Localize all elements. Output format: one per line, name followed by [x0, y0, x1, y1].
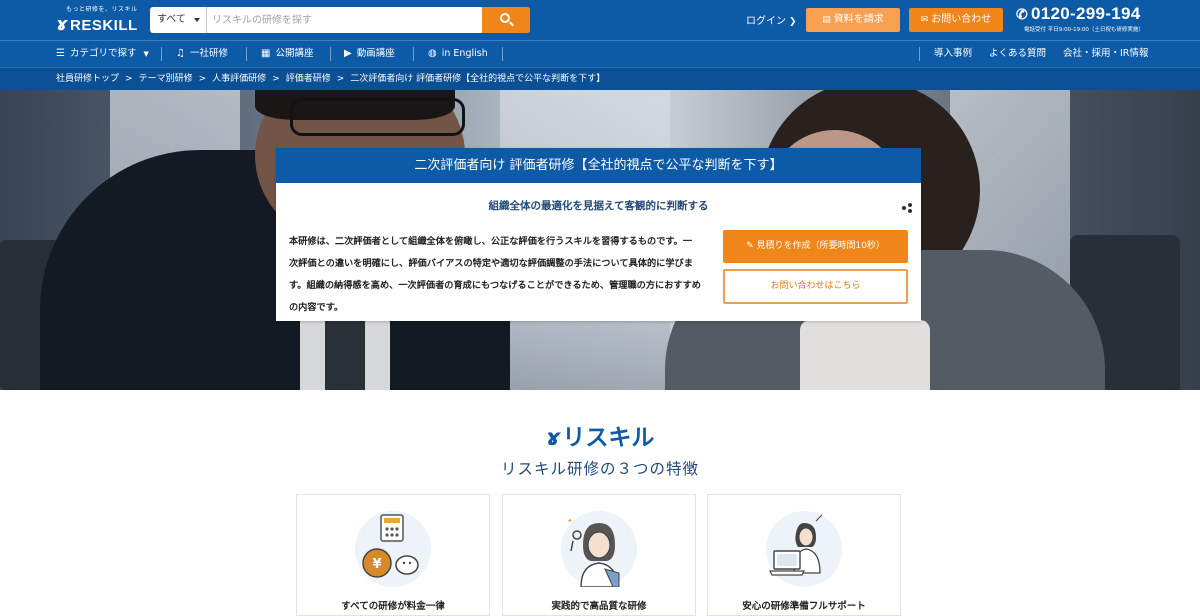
nav-cases[interactable]: 導入事例	[934, 41, 972, 67]
phone-contact[interactable]: ✆ 0120-299-194 電話受付 平日9:00-19:00（土日祝も研修実施…	[1016, 4, 1144, 33]
feature-card[interactable]: ✦ 実践的で高品質な研修	[502, 494, 696, 616]
mail-icon: ✉	[920, 15, 929, 25]
presentation-icon: ♫	[176, 48, 185, 59]
breadcrumb-item[interactable]: テーマ別研修	[139, 74, 193, 84]
laptop-support-icon	[766, 511, 842, 587]
nav-english[interactable]: ◍ in English	[428, 41, 488, 67]
nav-divider	[502, 47, 503, 61]
feature-label: 安心の研修準備フルサポート	[742, 601, 866, 612]
brand-name: リスキル	[562, 425, 655, 451]
nav-english-label: in English	[441, 48, 488, 59]
course-subtitle: 組織全体の最適化を見据えて客観的に判断する	[488, 200, 709, 212]
reskill-logo[interactable]: もっと研修を、リスキル ɤ RESKILL	[56, 4, 138, 36]
document-icon: ▤	[822, 15, 831, 25]
brand-mark-icon: ɤ	[545, 425, 561, 451]
share-icon[interactable]	[902, 203, 912, 213]
hamburger-icon: ☰	[56, 48, 65, 59]
feature-label: 実践的で高品質な研修	[551, 601, 647, 612]
nav-video-label: 動画講座	[356, 48, 395, 59]
feature-card[interactable]: ¥ すべての研修が料金一律	[296, 494, 490, 616]
nav-video[interactable]: ▶ 動画講座	[344, 41, 395, 67]
nav-category-label: カテゴリで探す	[69, 48, 137, 59]
course-description: 本研修は、二次評価者として組織全体を俯瞰し、公正な評価を行うスキルを習得するもの…	[289, 236, 701, 313]
nav-public-label: 公開講座	[275, 48, 314, 59]
quote-button[interactable]: ✎ 見積りを作成（所要時間10秒）	[723, 230, 908, 263]
breadcrumb-separator: >	[336, 74, 345, 84]
pencil-icon: ✎	[746, 241, 757, 251]
search-input[interactable]	[210, 7, 480, 33]
login-label: ログイン	[746, 16, 786, 27]
features-heading: リスキル研修の３つの特徴	[500, 460, 699, 478]
main-nav: ☰ カテゴリで探す ▼ ♫ 一社研修 ▦ 公開講座 ▶ 動画講座 ◍ in English …	[0, 40, 1200, 67]
course-card: 二次評価者向け 評価者研修【全社的視点で公平な判断を下す】 組織全体の最適化を見…	[276, 148, 921, 321]
logo-name: RESKILL	[70, 17, 138, 34]
nav-public[interactable]: ▦ 公開講座	[261, 41, 313, 67]
feature-card[interactable]: 安心の研修準備フルサポート	[707, 494, 901, 616]
trainer-ok-icon: ✦	[561, 511, 637, 588]
chevron-right-icon: ❯	[789, 17, 797, 27]
logo-mark-icon: ɤ	[56, 14, 68, 35]
search-scope-label: すべて	[157, 14, 186, 25]
search-button[interactable]	[482, 7, 530, 33]
contact-label: お問い合わせ	[931, 14, 992, 25]
site-header: もっと研修を、リスキル ɤ RESKILL すべて ログイン❯ ▤資料を請求 ✉…	[0, 0, 1200, 40]
search-scope-select[interactable]: すべて	[150, 7, 207, 33]
phone-hours: 電話受付 平日9:00-19:00（土日祝も研修実施）	[1024, 27, 1144, 33]
search-icon	[500, 13, 510, 23]
quote-button-label: 見積りを作成（所要時間10秒）	[756, 241, 885, 251]
nav-faq[interactable]: よくある質問	[989, 41, 1046, 67]
course-contact-button[interactable]: お問い合わせはこちら	[723, 269, 908, 304]
logo-tagline: もっと研修を、リスキル	[66, 6, 138, 13]
svg-text:¥: ¥	[372, 557, 381, 572]
feature-label: すべての研修が料金一律	[341, 601, 445, 612]
nav-company[interactable]: 会社・採用・IR情報	[1063, 41, 1148, 67]
breadcrumb-separator: >	[125, 74, 133, 84]
breadcrumb-item[interactable]: 人事評価研修	[212, 74, 266, 84]
calendar-icon: ▦	[261, 48, 271, 59]
contact-button[interactable]: ✉ お問い合わせ	[909, 8, 1003, 32]
nav-divider	[919, 47, 920, 61]
caret-down-icon	[194, 18, 200, 22]
nav-category-menu[interactable]: ☰ カテゴリで探す ▼	[56, 41, 149, 67]
breadcrumb-current: 二次評価者向け 評価者研修【全社的視点で公平な判断を下す】	[350, 74, 606, 84]
phone-number: 0120-299-194	[1031, 4, 1141, 23]
caret-down-icon: ▼	[143, 50, 149, 58]
breadcrumb: 社員研修トップ > テーマ別研修 > 人事評価研修 > 評価者研修 > 二次評価者向け 評価者研…	[0, 67, 1200, 90]
breadcrumb-separator: >	[198, 74, 207, 84]
course-title: 二次評価者向け 評価者研修【全社的視点で公平な判断を下す】	[276, 148, 921, 183]
nav-divider	[330, 47, 331, 61]
breadcrumb-item[interactable]: 評価者研修	[286, 74, 331, 84]
nav-divider	[161, 47, 162, 61]
nav-in-house[interactable]: ♫ 一社研修	[176, 41, 228, 67]
request-docs-label: 資料を請求	[833, 14, 884, 25]
play-icon: ▶	[344, 48, 352, 59]
phone-icon: ✆	[1016, 6, 1029, 22]
breadcrumb-item[interactable]: 社員研修トップ	[56, 74, 119, 84]
calculator-piggybank-icon: ¥	[355, 511, 431, 587]
search-bar: すべて	[150, 7, 530, 33]
globe-icon: ◍	[428, 48, 437, 59]
request-docs-button[interactable]: ▤ 資料を請求	[806, 8, 900, 32]
brand-logo: ɤリスキル	[0, 418, 1200, 452]
login-link[interactable]: ログイン ❯	[746, 12, 797, 27]
nav-divider	[413, 47, 414, 61]
svg-text:✦: ✦	[567, 517, 573, 525]
nav-in-house-label: 一社研修	[189, 48, 228, 59]
nav-divider	[246, 47, 247, 61]
breadcrumb-separator: >	[272, 74, 280, 84]
